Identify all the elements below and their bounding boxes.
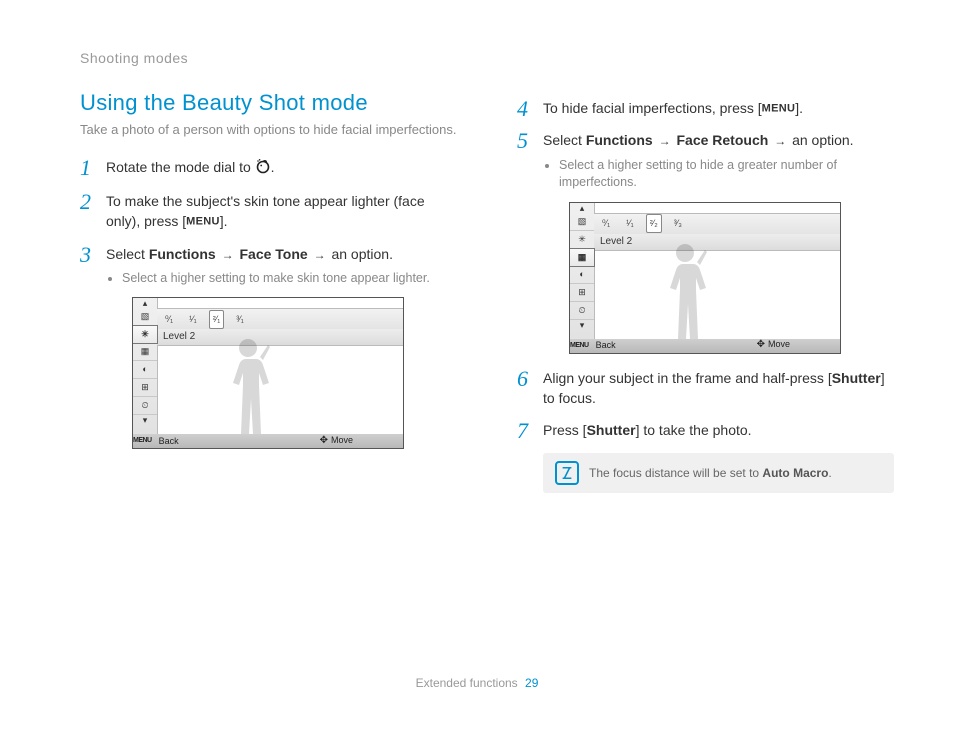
menu-icon: MENU — [133, 436, 152, 446]
step-1: Rotate the mode dial to . — [80, 157, 457, 179]
move-icon: ✥ — [320, 435, 328, 446]
camera-footer: MENU Back ✥Move — [570, 339, 840, 353]
sidebar-icon: ⏲ — [570, 302, 594, 320]
sidebar-icon: ⊞ — [570, 284, 594, 302]
step-2: To make the subject's skin tone appear l… — [80, 191, 457, 232]
sidebar-icon: ▧ — [133, 308, 157, 326]
step-7-text-pre: Press [ — [543, 422, 587, 438]
step-2-text-post: ]. — [220, 213, 228, 229]
sidebar-icon: ⊞ — [133, 379, 157, 397]
move-icon: ✥ — [757, 339, 765, 350]
menu-icon: MENU — [570, 341, 589, 351]
camera-ui-face-tone: ▴ ▧ ✳ ▦ ◐ ⊞ ⏲ ▾ ⁰⁄₁ ¹⁄₁ ²⁄₁ ³⁄₁ — [132, 297, 404, 449]
step-5-text-pre: Select — [543, 132, 586, 148]
note-box: The focus distance will be set to Auto M… — [543, 453, 894, 493]
note-text-pre: The focus distance will be set to — [589, 466, 762, 480]
step-5: Select Functions → Face Retouch → an opt… — [517, 130, 894, 353]
sidebar-icon: ◐ — [570, 266, 594, 284]
move-label: Move — [331, 435, 353, 445]
step-3: Select Functions → Face Tone → an option… — [80, 244, 457, 450]
cam-opt-selected: ²⁄₂ — [646, 214, 662, 233]
camera-option-row: ⁰⁄₁ ¹⁄₁ ²⁄₂ ³⁄₃ — [594, 213, 840, 235]
scroll-up-icon: ▴ — [570, 203, 594, 213]
step-4: To hide facial imperfections, press [MEN… — [517, 98, 894, 118]
shutter-label: Shutter — [832, 370, 881, 386]
page-footer: Extended functions 29 — [0, 676, 954, 690]
page-subtitle: Take a photo of a person with options to… — [80, 122, 457, 137]
sidebar-icon: ▦ — [133, 343, 157, 361]
section-header: Shooting modes — [80, 50, 457, 66]
move-label: Move — [768, 339, 790, 349]
back-label: Back — [159, 435, 179, 448]
sidebar-icon-selected: ▦ — [569, 248, 595, 267]
arrow-icon: → — [774, 134, 786, 148]
step-2-text-pre: To make the subject's skin tone appear l… — [106, 193, 425, 229]
step-3-func: Functions — [149, 246, 216, 262]
note-icon — [555, 461, 579, 485]
camera-ui-face-retouch: ▴ ▧ ✳ ▦ ◐ ⊞ ⏲ ▾ ⁰⁄₁ ¹⁄₁ ²⁄₂ ³⁄₃ — [569, 202, 841, 354]
step-3-text-pre: Select — [106, 246, 149, 262]
step-3-sub: Select a higher setting to make skin ton… — [122, 270, 457, 288]
step-1-text-post: . — [271, 159, 275, 175]
camera-sidebar: ▴ ▧ ✳ ▦ ◐ ⊞ ⏲ ▾ — [570, 203, 595, 339]
back-label: Back — [596, 339, 616, 352]
note-text: The focus distance will be set to Auto M… — [589, 466, 832, 480]
arrow-icon: → — [222, 248, 234, 262]
sidebar-icon: ✳ — [570, 231, 594, 249]
sidebar-icon-selected: ✳ — [132, 325, 158, 344]
note-text-post: . — [828, 466, 831, 480]
sidebar-icon: ◐ — [133, 361, 157, 379]
camera-level-bar: Level 2 — [157, 329, 403, 346]
camera-level-bar: Level 2 — [594, 234, 840, 251]
step-4-text-pre: To hide facial imperfections, press [ — [543, 100, 762, 116]
camera-option-row: ⁰⁄₁ ¹⁄₁ ²⁄₁ ³⁄₁ — [157, 308, 403, 330]
scroll-down-icon: ▾ — [133, 415, 157, 425]
person-silhouette-icon — [660, 244, 710, 339]
cam-opt-selected: ²⁄₁ — [209, 310, 225, 329]
page-heading: Using the Beauty Shot mode — [80, 90, 457, 116]
step-3-facetone: Face Tone — [239, 246, 307, 262]
shutter-label: Shutter — [587, 422, 636, 438]
step-7: Press [Shutter] to take the photo. — [517, 420, 894, 440]
menu-label: MENU — [186, 216, 220, 228]
person-silhouette-icon — [223, 339, 273, 434]
step-3-text-post: an option. — [328, 246, 393, 262]
camera-footer: MENU Back ✥Move — [133, 434, 403, 448]
scroll-up-icon: ▴ — [133, 298, 157, 308]
arrow-icon: → — [314, 248, 326, 262]
sidebar-icon: ▧ — [570, 213, 594, 231]
step-5-func: Functions — [586, 132, 653, 148]
cam-opt: ¹⁄₁ — [185, 310, 201, 329]
sidebar-icon: ⏲ — [133, 397, 157, 415]
step-4-text-post: ]. — [795, 100, 803, 116]
page-number: 29 — [525, 676, 538, 690]
beauty-mode-dial-icon — [255, 158, 271, 179]
camera-sidebar: ▴ ▧ ✳ ▦ ◐ ⊞ ⏲ ▾ — [133, 298, 158, 434]
step-7-text-post: ] to take the photo. — [636, 422, 752, 438]
cam-opt: ³⁄₁ — [232, 310, 248, 329]
step-1-text-pre: Rotate the mode dial to — [106, 159, 255, 175]
cam-opt: ¹⁄₁ — [622, 214, 638, 233]
step-6: Align your subject in the frame and half… — [517, 368, 894, 409]
cam-opt: ⁰⁄₁ — [161, 310, 177, 329]
step-5-faceret: Face Retouch — [676, 132, 768, 148]
note-text-bold: Auto Macro — [762, 466, 828, 480]
menu-label: MENU — [762, 102, 796, 114]
cam-opt: ⁰⁄₁ — [598, 214, 614, 233]
footer-label: Extended functions — [416, 676, 518, 690]
step-6-text-pre: Align your subject in the frame and half… — [543, 370, 832, 386]
arrow-icon: → — [659, 134, 671, 148]
cam-opt: ³⁄₃ — [670, 214, 686, 233]
scroll-down-icon: ▾ — [570, 320, 594, 330]
step-5-sub: Select a higher setting to hide a greate… — [559, 157, 894, 192]
step-5-text-post: an option. — [788, 132, 853, 148]
